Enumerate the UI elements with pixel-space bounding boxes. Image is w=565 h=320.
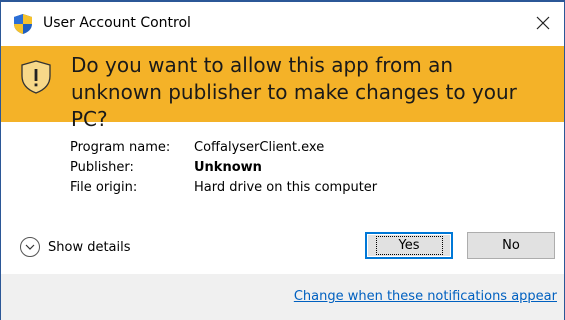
warning-banner: Do you want to allow this app from an un…	[1, 46, 564, 131]
yes-button-label: Yes	[375, 236, 443, 255]
publisher-label: Publisher:	[70, 160, 134, 175]
yes-button[interactable]: Yes	[365, 232, 453, 259]
close-button[interactable]	[528, 9, 558, 39]
file-origin-label: File origin:	[70, 180, 138, 195]
title-bar: User Account Control	[1, 2, 564, 46]
prompt-question: Do you want to allow this app from an un…	[71, 53, 517, 131]
publisher-value: Unknown	[194, 160, 262, 175]
program-name-label: Program name:	[70, 140, 171, 155]
close-icon	[536, 15, 550, 34]
no-button-label: No	[502, 238, 520, 253]
window-title: User Account Control	[43, 15, 191, 31]
change-notifications-link[interactable]: Change when these notifications appear	[294, 289, 557, 304]
info-row-program-name: Program name: CoffalyserClient.exe	[70, 138, 377, 158]
uac-dialog: User Account Control Do you want to allo…	[0, 0, 565, 320]
show-details-label: Show details	[48, 239, 131, 255]
warning-shield-icon	[19, 60, 53, 94]
info-row-publisher: Publisher: Unknown	[70, 158, 377, 178]
uac-shield-icon	[12, 13, 34, 35]
show-details-toggle[interactable]: Show details	[20, 234, 131, 260]
info-row-file-origin: File origin: Hard drive on this computer	[70, 178, 377, 198]
program-name-value: CoffalyserClient.exe	[194, 140, 325, 155]
file-origin-value: Hard drive on this computer	[194, 180, 378, 195]
chevron-down-icon	[20, 237, 40, 257]
no-button[interactable]: No	[467, 232, 555, 259]
program-info: Program name: CoffalyserClient.exe Publi…	[70, 138, 377, 198]
